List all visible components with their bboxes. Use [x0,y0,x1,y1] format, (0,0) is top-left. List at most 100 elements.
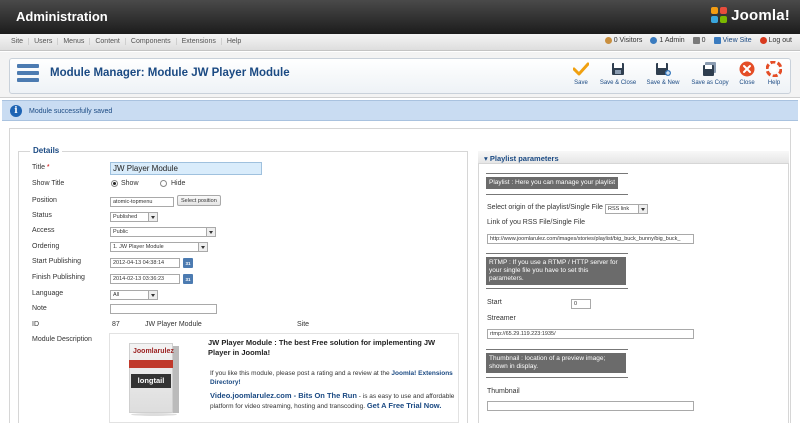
logout-icon [759,37,767,44]
view-site-icon [713,37,721,44]
access-select[interactable]: Public [110,227,216,237]
start-label: Start [487,299,502,306]
check-icon [573,61,589,77]
joomla-logo-icon [711,7,728,24]
finish-publishing-input[interactable]: 2014-02-13 03:36:23 [110,274,180,284]
start-publishing-label: Start Publishing [32,258,82,265]
joomla-logo[interactable]: Joomla! [711,7,790,24]
show-radio-label: Show [121,180,139,187]
module-manager-icon [17,64,39,84]
status-label: Status [32,212,52,219]
admin-header: Administration Joomla! [0,0,800,34]
divider [486,253,628,254]
description-heading: JW Player Module : The best Free solutio… [208,338,436,357]
module-type-name: JW Player Module [145,321,202,328]
thumbnail-note: Thumbnail : location of a preview image;… [486,353,626,373]
menu-help[interactable]: Help [222,38,246,45]
divider [486,173,628,174]
product-box-image: Joomlarulez longtail [129,343,179,416]
calendar-icon[interactable]: 31 [183,274,193,284]
thumbnail-input[interactable] [487,401,694,411]
rss-link-input[interactable]: http://www.joomlarulez.com/images/storie… [487,234,694,244]
box-brand-logo: Joomlarulez [133,348,174,355]
id-label: ID [32,321,39,328]
logout-link[interactable]: Log out [759,37,792,44]
joomla-logo-text: Joomla! [731,7,790,24]
hide-radio-label: Hide [171,180,186,187]
note-label: Note [32,305,47,312]
title-label: Title * [32,164,50,171]
chevron-down-icon: ▾ [484,154,488,163]
start-input[interactable]: 0 [571,299,591,309]
mail-icon [692,37,700,44]
finish-publishing-label: Finish Publishing [32,274,85,281]
header-title: Administration [16,9,108,24]
menu-components[interactable]: Components [126,38,177,45]
origin-select[interactable]: RSS link [605,204,648,214]
help-button[interactable]: Help [754,61,794,91]
free-trial-link[interactable]: Get A Free Trial Now. [367,401,442,410]
page-title: Module Manager: Module JW Player Module [50,67,290,79]
title-input[interactable]: JW Player Module [110,162,262,175]
position-label: Position [32,197,57,204]
status-bar: 0 Visitors 1 Admin 0 View Site Log out [604,37,792,44]
menu-extensions[interactable]: Extensions [177,38,222,45]
menu-users[interactable]: Users [29,38,59,45]
language-select[interactable]: All [110,290,158,300]
save-new-button[interactable]: Save & New [643,61,683,91]
messages-status[interactable]: 0 [692,37,706,44]
main-menu-bar: Site Users Menus Content Components Exte… [0,34,800,51]
position-input[interactable]: atomic-topmenu [110,197,174,207]
calendar-icon[interactable]: 31 [183,258,193,268]
visitors-status[interactable]: 0 Visitors [604,37,642,44]
info-icon: i [10,105,22,117]
floppy-plus-icon [655,61,671,77]
divider [486,194,628,195]
select-position-button[interactable]: Select position [177,195,221,206]
streamer-label: Streamer [487,315,516,322]
view-site-link[interactable]: View Site [713,37,752,44]
start-publishing-input[interactable]: 2012-04-13 04:38:14 [110,258,180,268]
playlist-parameters-panel [478,151,789,423]
rtmp-note: RTMP : If you use a RTMP / HTTP server f… [486,257,626,285]
show-title-hide-radio[interactable] [160,180,167,187]
save-copy-button[interactable]: Save as Copy [690,61,730,91]
divider [486,377,628,378]
access-label: Access [32,227,55,234]
main-menu: Site Users Menus Content Components Exte… [6,38,246,45]
chevron-down-icon [206,228,215,236]
admin-icon [650,37,658,44]
chevron-down-icon [148,291,157,299]
save-button[interactable]: Save [561,61,601,91]
show-title-label: Show Title [32,180,65,187]
module-client: Site [297,321,310,328]
system-message: i Module successfully saved [2,100,798,121]
rss-link-label: Link of you RSS File/Single File [487,219,586,226]
message-text: Module successfully saved [29,108,113,115]
ordering-select[interactable]: 1. JW Player Module [110,242,208,252]
status-select[interactable]: Published [110,212,158,222]
menu-content[interactable]: Content [90,38,126,45]
thumbnail-label: Thumbnail [487,388,520,395]
close-icon [739,61,755,77]
show-title-show-radio[interactable] [111,180,118,187]
chevron-down-icon [198,243,207,251]
bits-on-the-run-link[interactable]: Video.joomlarulez.com - Bits On The Run [210,391,357,400]
chevron-down-icon [148,213,157,221]
details-legend: Details [30,146,63,155]
divider [486,349,628,350]
save-close-button[interactable]: Save & Close [598,61,638,91]
floppy-icon [610,61,626,77]
description-paragraph-rating: If you like this module, please post a r… [210,370,453,386]
streamer-input[interactable]: rtmp://65.29.119.223:1935/ [487,329,694,339]
admins-status[interactable]: 1 Admin [650,37,685,44]
playlist-parameters-header[interactable]: ▾ Playlist parameters [478,151,789,164]
language-label: Language [32,290,64,297]
menu-menus[interactable]: Menus [58,38,91,45]
module-description-label: Module Description [32,336,92,343]
menu-site[interactable]: Site [6,38,30,45]
box-product-logo: longtail [131,374,171,388]
help-icon [766,61,782,77]
note-input[interactable] [110,304,217,314]
origin-label: Select origin of the playlist/Single Fil… [487,204,603,211]
